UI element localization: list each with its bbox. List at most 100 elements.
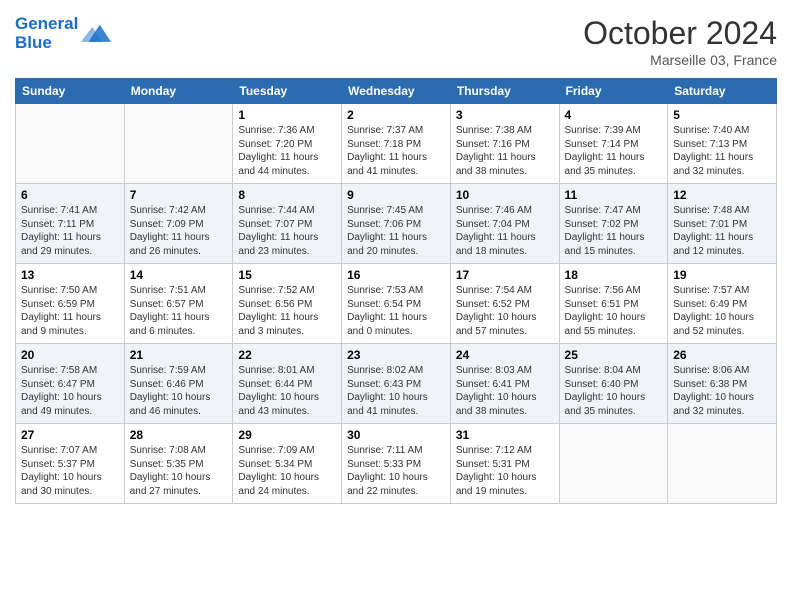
day-number: 17	[456, 268, 554, 282]
calendar-cell: 17 Sunrise: 7:54 AM Sunset: 6:52 PM Dayligh…	[450, 264, 559, 344]
cell-content: Sunrise: 7:39 AMSunset: 7:14 PMDaylight:…	[565, 124, 663, 178]
sunrise-text: Sunrise: 7:47 AM	[565, 205, 641, 216]
day-number: 10	[456, 188, 554, 202]
sunrise-text: Sunrise: 7:50 AM	[21, 285, 97, 296]
calendar-body: 1Sunrise: 7:36 AMSunset: 7:20 PMDaylight…	[16, 104, 777, 504]
day-number: 2	[347, 108, 445, 122]
daylight-text: Daylight: 10 hours and 30 minutes.	[21, 472, 102, 497]
daylight-text: Daylight: 11 hours and 12 minutes.	[673, 232, 753, 257]
calendar-cell: 28Sunrise: 7:08 AMSunset: 5:35 PMDayligh…	[124, 424, 233, 504]
daylight-text: Daylight: 10 hours and 52 minutes.	[673, 312, 754, 337]
daylight-text: Daylight: 11 hours and 6 minutes.	[130, 312, 210, 337]
day-number: 13	[21, 268, 119, 282]
sunset-text: Sunset: 7:16 PM	[456, 139, 530, 150]
sunset-text: Sunset: 6:52 PM	[456, 299, 530, 310]
calendar-cell: 19Sunrise: 7:57 AMSunset: 6:49 PMDayligh…	[668, 264, 777, 344]
daylight-text: Daylight: 10 hours and 57 minutes.	[456, 312, 537, 337]
sunset-text: Sunset: 5:33 PM	[347, 459, 421, 470]
calendar-cell	[124, 104, 233, 184]
calendar-cell: 7Sunrise: 7:42 AMSunset: 7:09 PMDaylight…	[124, 184, 233, 264]
sunrise-text: Sunrise: 8:06 AM	[673, 365, 749, 376]
sunrise-text: Sunrise: 7:53 AM	[347, 285, 423, 296]
calendar: Sunday Monday Tuesday Wednesday Thursday…	[15, 78, 777, 504]
sunrise-text: Sunrise: 7:45 AM	[347, 205, 423, 216]
header-sunday: Sunday	[16, 79, 125, 104]
calendar-cell: 5Sunrise: 7:40 AMSunset: 7:13 PMDaylight…	[668, 104, 777, 184]
logo: General Blue	[15, 15, 111, 52]
sunset-text: Sunset: 6:41 PM	[456, 379, 530, 390]
calendar-week-2: 13Sunrise: 7:50 AMSunset: 6:59 PMDayligh…	[16, 264, 777, 344]
calendar-header: Sunday Monday Tuesday Wednesday Thursday…	[16, 79, 777, 104]
daylight-text: Daylight: 10 hours and 43 minutes.	[238, 392, 319, 417]
calendar-cell: 25Sunrise: 8:04 AMSunset: 6:40 PMDayligh…	[559, 344, 668, 424]
day-number: 3	[456, 108, 554, 122]
calendar-cell: 10Sunrise: 7:46 AMSunset: 7:04 PMDayligh…	[450, 184, 559, 264]
cell-content: Sunrise: 7:51 AMSunset: 6:57 PMDaylight:…	[130, 284, 228, 338]
sunrise-text: Sunrise: 7:59 AM	[130, 365, 206, 376]
sunset-text: Sunset: 5:35 PM	[130, 459, 204, 470]
logo-general: General	[15, 14, 78, 33]
calendar-cell: 14Sunrise: 7:51 AMSunset: 6:57 PMDayligh…	[124, 264, 233, 344]
header-row: Sunday Monday Tuesday Wednesday Thursday…	[16, 79, 777, 104]
sunrise-text: Sunrise: 7:52 AM	[238, 285, 314, 296]
cell-content: Sunrise: 7:41 AMSunset: 7:11 PMDaylight:…	[21, 204, 119, 258]
sunset-text: Sunset: 5:37 PM	[21, 459, 95, 470]
calendar-cell: 6Sunrise: 7:41 AMSunset: 7:11 PMDaylight…	[16, 184, 125, 264]
sunrise-text: Sunrise: 7:54 AM	[456, 285, 532, 296]
sunrise-text: Sunrise: 7:37 AM	[347, 125, 423, 136]
daylight-text: Daylight: 11 hours and 9 minutes.	[21, 312, 101, 337]
sunrise-text: Sunrise: 7:51 AM	[130, 285, 206, 296]
day-number: 16	[347, 268, 445, 282]
day-number: 27	[21, 428, 119, 442]
calendar-cell: 26Sunrise: 8:06 AMSunset: 6:38 PMDayligh…	[668, 344, 777, 424]
sunrise-text: Sunrise: 8:01 AM	[238, 365, 314, 376]
sunset-text: Sunset: 7:09 PM	[130, 219, 204, 230]
calendar-cell: 18Sunrise: 7:56 AMSunset: 6:51 PMDayligh…	[559, 264, 668, 344]
cell-content: Sunrise: 7:07 AMSunset: 5:37 PMDaylight:…	[21, 444, 119, 498]
daylight-text: Daylight: 11 hours and 3 minutes.	[238, 312, 318, 337]
calendar-cell: 22Sunrise: 8:01 AMSunset: 6:44 PMDayligh…	[233, 344, 342, 424]
calendar-cell: 29Sunrise: 7:09 AMSunset: 5:34 PMDayligh…	[233, 424, 342, 504]
sunrise-text: Sunrise: 7:39 AM	[565, 125, 641, 136]
day-number: 25	[565, 348, 663, 362]
sunset-text: Sunset: 6:38 PM	[673, 379, 747, 390]
sunset-text: Sunset: 5:31 PM	[456, 459, 530, 470]
sunset-text: Sunset: 6:46 PM	[130, 379, 204, 390]
cell-content: Sunrise: 7:44 AMSunset: 7:07 PMDaylight:…	[238, 204, 336, 258]
calendar-cell: 15Sunrise: 7:52 AMSunset: 6:56 PMDayligh…	[233, 264, 342, 344]
sunset-text: Sunset: 7:04 PM	[456, 219, 530, 230]
day-number: 11	[565, 188, 663, 202]
daylight-text: Daylight: 10 hours and 19 minutes.	[456, 472, 537, 497]
daylight-text: Daylight: 10 hours and 35 minutes.	[565, 392, 646, 417]
daylight-text: Daylight: 11 hours and 18 minutes.	[456, 232, 536, 257]
sunrise-text: Sunrise: 7:57 AM	[673, 285, 749, 296]
location: Marseille 03, France	[583, 52, 777, 68]
sunrise-text: Sunrise: 7:48 AM	[673, 205, 749, 216]
sunset-text: Sunset: 6:40 PM	[565, 379, 639, 390]
sunrise-text: Sunrise: 8:03 AM	[456, 365, 532, 376]
daylight-text: Daylight: 11 hours and 32 minutes.	[673, 152, 753, 177]
cell-content: Sunrise: 7:57 AMSunset: 6:49 PMDaylight:…	[673, 284, 771, 338]
cell-content: Sunrise: 7:47 AMSunset: 7:02 PMDaylight:…	[565, 204, 663, 258]
day-number: 8	[238, 188, 336, 202]
header-tuesday: Tuesday	[233, 79, 342, 104]
cell-content: Sunrise: 7:08 AMSunset: 5:35 PMDaylight:…	[130, 444, 228, 498]
header-monday: Monday	[124, 79, 233, 104]
logo-icon	[81, 19, 111, 49]
sunrise-text: Sunrise: 8:02 AM	[347, 365, 423, 376]
cell-content: Sunrise: 7:53 AMSunset: 6:54 PMDaylight:…	[347, 284, 445, 338]
cell-content: Sunrise: 7:38 AMSunset: 7:16 PMDaylight:…	[456, 124, 554, 178]
day-number: 18	[565, 268, 663, 282]
daylight-text: Daylight: 11 hours and 38 minutes.	[456, 152, 536, 177]
logo-line2: Blue	[15, 34, 78, 53]
daylight-text: Daylight: 10 hours and 38 minutes.	[456, 392, 537, 417]
header-thursday: Thursday	[450, 79, 559, 104]
daylight-text: Daylight: 11 hours and 0 minutes.	[347, 312, 427, 337]
calendar-cell: 11 Sunrise: 7:47 AMSunset: 7:02 PMDayligh…	[559, 184, 668, 264]
day-number: 30	[347, 428, 445, 442]
daylight-text: Daylight: 11 hours and 15 minutes.	[565, 232, 645, 257]
calendar-cell	[668, 424, 777, 504]
daylight-text: Daylight: 10 hours and 55 minutes.	[565, 312, 646, 337]
calendar-cell	[16, 104, 125, 184]
calendar-cell: 31Sunrise: 7:12 AMSunset: 5:31 PMDayligh…	[450, 424, 559, 504]
